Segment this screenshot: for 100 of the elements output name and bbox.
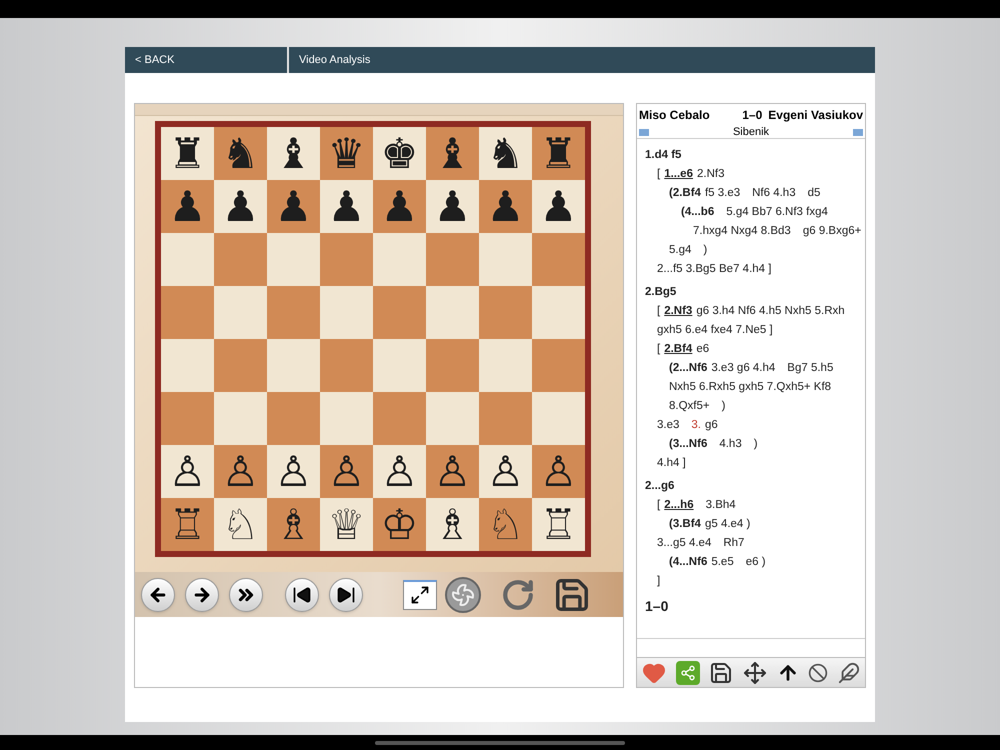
move-text[interactable]: 3...g5 4.e4 [657, 535, 712, 552]
move-text[interactable]: Bg7 5.h5 [787, 360, 834, 378]
board-square[interactable]: ♘ [479, 498, 532, 551]
board-square[interactable]: ♙ [532, 445, 585, 498]
scroll-tab-icon[interactable] [639, 128, 649, 136]
board-square[interactable] [373, 233, 426, 286]
board-square[interactable] [320, 392, 373, 445]
move-text[interactable]: [ [657, 166, 660, 184]
chess-piece[interactable]: ♜ [540, 132, 578, 174]
chess-piece[interactable]: ♞ [222, 132, 260, 174]
back-button[interactable]: < BACK [125, 47, 289, 73]
board-square[interactable] [320, 286, 373, 339]
chess-piece[interactable]: ♟ [222, 186, 260, 228]
chess-piece[interactable]: ♜ [168, 132, 206, 174]
go-to-start-button[interactable] [285, 578, 319, 612]
chess-piece[interactable]: ♖ [168, 504, 206, 546]
fast-forward-button[interactable] [229, 578, 263, 612]
board-square[interactable]: ♞ [479, 127, 532, 180]
board-square[interactable]: ♟ [479, 180, 532, 233]
chess-piece[interactable]: ♟ [168, 186, 206, 228]
chess-piece[interactable]: ♝ [274, 132, 312, 174]
move-text[interactable]: 2...h6 [664, 497, 694, 514]
scroll-tab-icon[interactable] [852, 128, 863, 136]
board-square[interactable]: ♟ [161, 180, 214, 233]
move-text[interactable]: (2.Bf4 [669, 185, 701, 202]
board-square[interactable] [479, 392, 532, 445]
move-text[interactable]: 5.g4 [669, 242, 692, 260]
chess-piece[interactable]: ♟ [380, 186, 418, 228]
chess-piece[interactable]: ♟ [486, 186, 524, 228]
chess-piece[interactable]: ♘ [222, 504, 260, 546]
chess-piece[interactable]: ♙ [168, 450, 206, 492]
move-text[interactable]: 1.d4 f5 [645, 147, 682, 164]
board-square[interactable] [426, 392, 479, 445]
board-square[interactable]: ♗ [267, 498, 320, 551]
board-square[interactable]: ♙ [214, 445, 267, 498]
board-square[interactable] [479, 286, 532, 339]
move-text[interactable]: (2...Nf6 [669, 360, 708, 378]
move-text[interactable]: g6 [704, 417, 718, 434]
chess-piece[interactable]: ♙ [274, 450, 312, 492]
chess-piece[interactable]: ♟ [540, 186, 578, 228]
move-text[interactable]: g6 3.h4 Nf6 4.h5 Nxh5 5.Rxh [696, 303, 845, 320]
crossed-out-icon[interactable] [808, 662, 828, 682]
chess-piece[interactable]: ♕ [328, 504, 366, 546]
board-square[interactable]: ♛ [320, 127, 373, 180]
board-square[interactable]: ♚ [373, 127, 426, 180]
move-text[interactable]: (4...b6 [681, 204, 714, 222]
move-text[interactable]: Nxh5 6.Rxh5 gxh5 7.Qxh5+ Kf8 [669, 379, 832, 396]
board-square[interactable] [532, 339, 585, 392]
move-text[interactable]: 8.Qxf5+ [669, 398, 710, 416]
move-text[interactable]: (4...Nf6 [669, 554, 708, 572]
move-text[interactable]: 7.hxg4 Nxg4 8.Bd3 [693, 223, 791, 240]
board-square[interactable] [267, 339, 320, 392]
board-square[interactable]: ♟ [214, 180, 267, 233]
move-text[interactable]: Nf6 4.h3 [752, 185, 796, 202]
board-square[interactable]: ♕ [320, 498, 373, 551]
board-square[interactable] [267, 286, 320, 339]
chess-piece[interactable]: ♙ [540, 450, 578, 492]
board-square[interactable] [267, 233, 320, 286]
chess-piece[interactable]: ♘ [486, 504, 524, 546]
move-text[interactable]: 3.e3 g6 4.h4 [711, 360, 776, 378]
board-square[interactable]: ♖ [532, 498, 585, 551]
board-square[interactable] [214, 233, 267, 286]
board-square[interactable] [161, 233, 214, 286]
move-text[interactable]: 1–0 [645, 596, 668, 617]
move-text[interactable]: e6 ) [746, 554, 766, 572]
board-square[interactable]: ♙ [267, 445, 320, 498]
move-text[interactable]: 4.h3 [719, 436, 742, 454]
board-square[interactable] [214, 339, 267, 392]
board-square[interactable]: ♙ [320, 445, 373, 498]
board-square[interactable]: ♜ [532, 127, 585, 180]
board-square[interactable]: ♔ [373, 498, 426, 551]
move-text[interactable]: ] [657, 573, 660, 590]
board-square[interactable]: ♙ [479, 445, 532, 498]
move-text[interactable]: 2...f5 3.Bg5 Be7 4.h4 ] [657, 261, 772, 278]
board-square[interactable]: ♙ [161, 445, 214, 498]
board-square[interactable] [214, 286, 267, 339]
board-square[interactable] [426, 233, 479, 286]
board-square[interactable]: ♝ [267, 127, 320, 180]
chess-piece[interactable]: ♗ [434, 504, 472, 546]
chess-piece[interactable]: ♟ [274, 186, 312, 228]
board-square[interactable] [426, 339, 479, 392]
board-square[interactable]: ♜ [161, 127, 214, 180]
move-text[interactable]: (3...Nf6 [669, 436, 708, 454]
chess-piece[interactable]: ♙ [380, 450, 418, 492]
board-square[interactable]: ♞ [214, 127, 267, 180]
back-arrow-button[interactable] [141, 578, 175, 612]
chess-piece[interactable]: ♞ [486, 132, 524, 174]
board-square[interactable]: ♖ [161, 498, 214, 551]
board-square[interactable]: ♗ [426, 498, 479, 551]
move-text[interactable]: 3.e3 [657, 417, 680, 434]
chess-piece[interactable]: ♔ [380, 504, 418, 546]
board-square[interactable]: ♙ [426, 445, 479, 498]
board-square[interactable] [320, 339, 373, 392]
move-text[interactable]: ) [722, 398, 726, 416]
board-square[interactable] [267, 392, 320, 445]
board-square[interactable] [479, 339, 532, 392]
fan-button[interactable] [445, 576, 481, 612]
move-text[interactable]: (3.Bf4 [669, 516, 701, 534]
board-square[interactable] [161, 286, 214, 339]
board-square[interactable]: ♟ [373, 180, 426, 233]
